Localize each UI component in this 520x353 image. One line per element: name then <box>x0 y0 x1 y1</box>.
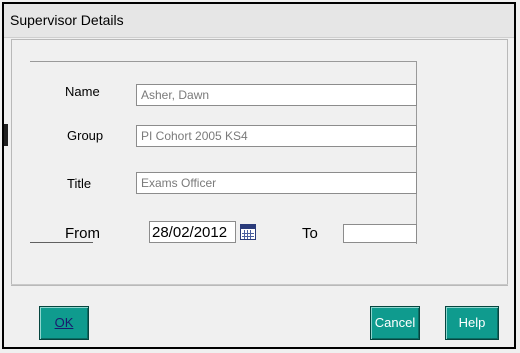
ok-button[interactable]: OK <box>39 306 89 340</box>
calendar-grid <box>242 230 254 239</box>
title-label: Title <box>67 176 92 191</box>
divider <box>11 284 508 285</box>
window-title: Supervisor Details <box>10 12 124 28</box>
left-edge-marker <box>4 124 8 146</box>
to-date-field[interactable] <box>343 224 417 243</box>
group-label: Group <box>67 128 104 143</box>
from-label: From <box>65 225 100 242</box>
name-field[interactable]: Asher, Dawn <box>136 84 417 106</box>
from-date-field[interactable]: 28/02/2012 <box>149 221 236 243</box>
help-button[interactable]: Help <box>445 306 499 340</box>
calendar-icon[interactable] <box>240 224 256 240</box>
title-bar: Supervisor Details <box>4 4 514 38</box>
name-label: Name <box>65 84 100 99</box>
group-field[interactable]: PI Cohort 2005 KS4 <box>136 125 417 147</box>
supervisor-details-dialog: Supervisor Details Name Asher, Dawn Grou… <box>2 2 516 349</box>
to-label: To <box>302 225 318 242</box>
calendar-header <box>241 225 255 229</box>
inner-frame-bottom-line <box>30 242 93 243</box>
cancel-button[interactable]: Cancel <box>370 306 420 340</box>
title-field[interactable]: Exams Officer <box>136 172 417 194</box>
